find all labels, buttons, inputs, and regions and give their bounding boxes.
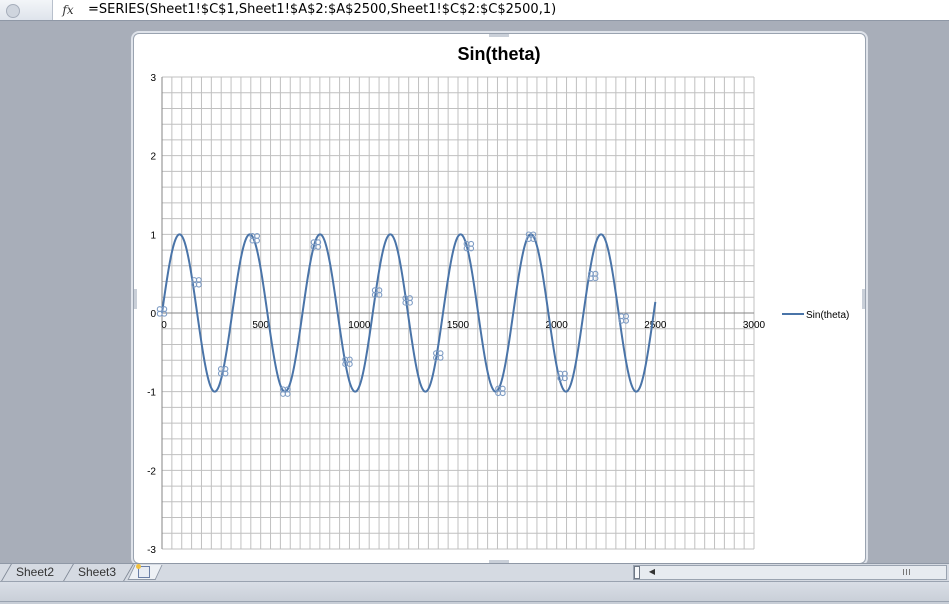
insert-sheet-icon[interactable] — [136, 564, 150, 578]
tab-sheet2[interactable]: Sheet2 — [10, 564, 60, 580]
scrollbar-split-handle[interactable] — [634, 566, 640, 579]
y-tick-label: 2 — [150, 152, 156, 163]
y-tick-label: -2 — [147, 466, 156, 477]
x-tick-label: 1000 — [348, 320, 371, 331]
y-tick-label: -1 — [147, 388, 156, 399]
chart-title[interactable]: Sin(theta) — [458, 44, 541, 64]
legend-label: Sin(theta) — [806, 310, 849, 321]
chart-svg: 3210-1-2-30 500 1000 1500 2000 2500 3000 Sin(t… — [134, 34, 865, 563]
y-tick-label: 0 — [150, 309, 156, 320]
status-divider — [0, 601, 949, 602]
x-tick-label: 1500 — [447, 320, 470, 331]
legend[interactable]: Sin(theta) — [782, 310, 849, 321]
tab-sheet3[interactable]: Sheet3 — [72, 564, 122, 580]
y-tick-label: -3 — [147, 545, 156, 556]
horizontal-scrollbar[interactable] — [633, 565, 947, 580]
x-tick-label: 2500 — [644, 320, 667, 331]
chart-area[interactable]: 3 2 1 0 -1 -2 -3 0 500 1000 1500 2000 2500 3000 Sin(t… — [133, 33, 866, 564]
x-tick-label: 500 — [252, 320, 269, 331]
x-tick-label: 3000 — [743, 320, 766, 331]
y-tick-label: 1 — [150, 230, 156, 241]
resize-handle-left[interactable] — [134, 289, 137, 309]
resize-handle-top[interactable] — [489, 34, 509, 37]
formula-bar: fx =SERIES(Sheet1!$C$1,Sheet1!$A$2:$A$25… — [0, 0, 949, 21]
formula-input[interactable]: =SERIES(Sheet1!$C$1,Sheet1!$A$2:$A$2500,… — [88, 1, 556, 19]
data-marker[interactable] — [371, 287, 383, 298]
tick-labels: 3210-1-2-30 500 1000 1500 2000 2500 3000 — [147, 73, 765, 556]
y-tick-label: 3 — [150, 73, 156, 84]
name-box[interactable] — [0, 0, 53, 20]
function-icon[interactable]: fx — [57, 1, 79, 19]
status-bar — [0, 581, 949, 604]
resize-handle-right[interactable] — [862, 289, 865, 309]
name-box-dropdown-icon[interactable] — [6, 4, 20, 18]
arrow-left-icon[interactable]: ◀ — [646, 566, 658, 577]
x-tick-label: 0 — [161, 320, 167, 331]
scrollbar-grip-icon[interactable] — [903, 569, 911, 575]
chart-resize-handles[interactable] — [134, 34, 865, 563]
